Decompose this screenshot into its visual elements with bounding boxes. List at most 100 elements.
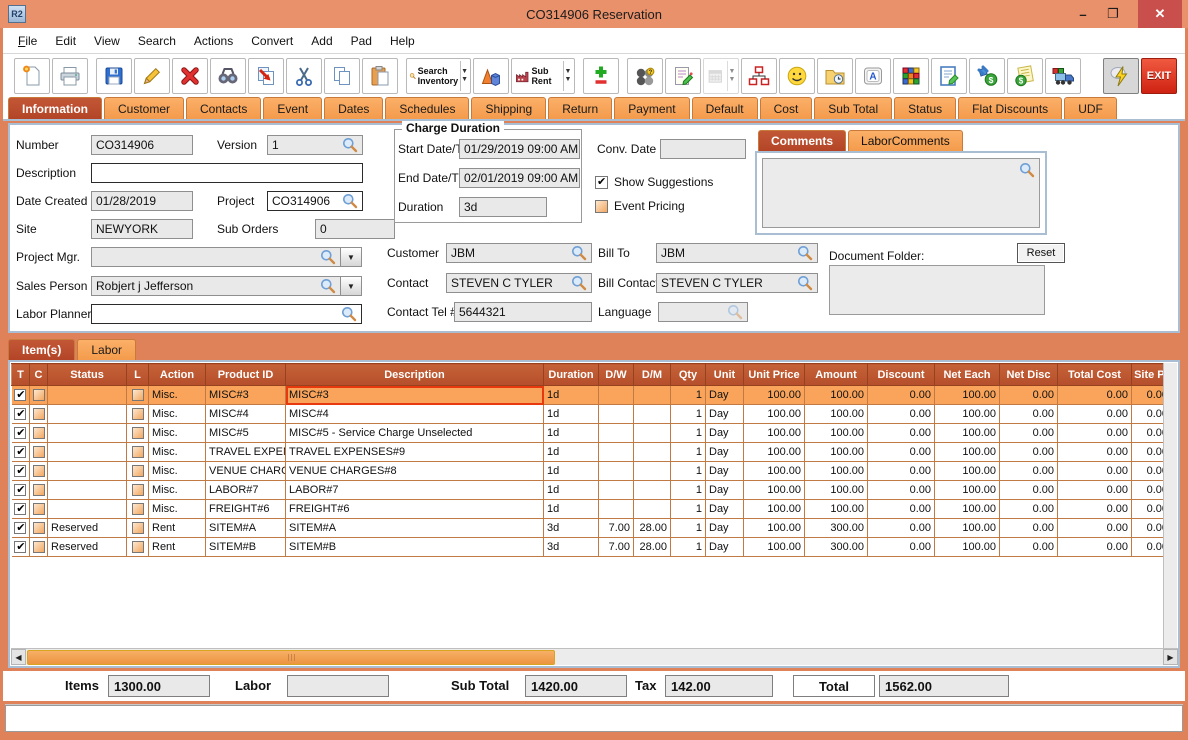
cell-dw[interactable]: 7.00 — [599, 519, 634, 538]
cell-dw[interactable] — [599, 481, 634, 500]
project-search-icon[interactable] — [342, 193, 358, 209]
project-mgr-dropdown[interactable]: ▼ — [340, 247, 362, 267]
shapes-button[interactable] — [473, 58, 509, 94]
l-checkbox[interactable] — [132, 465, 144, 477]
cell-dm[interactable] — [634, 481, 671, 500]
grid-row-misc-5[interactable]: Misc.MISC#5MISC#5 - Service Charge Unsel… — [12, 424, 1165, 443]
cell-qty[interactable]: 1 — [671, 443, 706, 462]
cell-action[interactable]: Rent — [149, 538, 206, 557]
cell-status[interactable] — [48, 424, 127, 443]
add-remove-line-button[interactable] — [583, 58, 619, 94]
project-field[interactable]: CO314906 — [267, 191, 363, 211]
column-header-status[interactable]: Status — [48, 364, 127, 386]
cell-unit[interactable]: Day — [706, 519, 744, 538]
tab-cost[interactable]: Cost — [760, 97, 813, 119]
cell-net-disc[interactable]: 0.00 — [1000, 519, 1058, 538]
cell-site-price[interactable]: 0.00 — [1132, 500, 1165, 519]
org-chart-button[interactable] — [741, 58, 777, 94]
labor-planner-field[interactable] — [91, 304, 362, 324]
tab-return[interactable]: Return — [548, 97, 612, 119]
scroll-left-arrow[interactable]: ◀ — [11, 649, 26, 665]
l-checkbox[interactable] — [132, 408, 144, 420]
cell-qty[interactable]: 1 — [671, 519, 706, 538]
column-header-amount[interactable]: Amount — [805, 364, 868, 386]
cell-t[interactable] — [12, 519, 30, 538]
menu-search[interactable]: Search — [129, 34, 185, 48]
cell-status[interactable]: Reserved — [48, 538, 127, 557]
cell-qty[interactable]: 1 — [671, 538, 706, 557]
bill-contact-field[interactable]: STEVEN C TYLER — [656, 273, 818, 293]
cell-unit-price[interactable]: 100.00 — [744, 424, 805, 443]
cell-status[interactable] — [48, 500, 127, 519]
bill-contact-search-icon[interactable] — [797, 275, 813, 291]
cell-total-cost[interactable]: 0.00 — [1058, 424, 1132, 443]
delete-button[interactable] — [172, 58, 208, 94]
l-checkbox[interactable] — [132, 522, 144, 534]
cell-description[interactable]: MISC#5 - Service Charge Unselected — [286, 424, 544, 443]
column-header-product-id[interactable]: Product ID — [206, 364, 286, 386]
cell-amount[interactable]: 100.00 — [805, 424, 868, 443]
tab-shipping[interactable]: Shipping — [471, 97, 546, 119]
menu-help[interactable]: Help — [381, 34, 424, 48]
cell-dm[interactable] — [634, 462, 671, 481]
cell-c[interactable] — [30, 386, 48, 405]
cell-amount[interactable]: 300.00 — [805, 538, 868, 557]
cell-total-cost[interactable]: 0.00 — [1058, 481, 1132, 500]
transfer-items-button[interactable] — [248, 58, 284, 94]
cell-unit-price[interactable]: 100.00 — [744, 443, 805, 462]
cell-total-cost[interactable]: 0.00 — [1058, 519, 1132, 538]
cell-duration[interactable]: 1d — [544, 500, 599, 519]
cell-discount[interactable]: 0.00 — [868, 500, 935, 519]
cell-qty[interactable]: 1 — [671, 424, 706, 443]
cell-amount[interactable]: 100.00 — [805, 386, 868, 405]
scroll-right-arrow[interactable]: ▶ — [1163, 649, 1178, 665]
cell-status[interactable]: Reserved — [48, 519, 127, 538]
tab-labor-comments[interactable]: LaborComments — [848, 130, 963, 151]
cell-product-id[interactable]: TRAVEL EXPEN... — [206, 443, 286, 462]
cell-l[interactable] — [127, 443, 149, 462]
grid-row-labor-7[interactable]: Misc.LABOR#7LABOR#71d1Day100.00100.000.0… — [12, 481, 1165, 500]
cell-unit[interactable]: Day — [706, 386, 744, 405]
column-header-net-each[interactable]: Net Each — [935, 364, 1000, 386]
cell-discount[interactable]: 0.00 — [868, 405, 935, 424]
c-checkbox[interactable] — [33, 465, 45, 477]
shortcut-key-button[interactable]: A — [855, 58, 891, 94]
column-header-duration[interactable]: Duration — [544, 364, 599, 386]
customer-search-icon[interactable] — [571, 245, 587, 261]
bill-to-field[interactable]: JBM — [656, 243, 818, 263]
tab-sub-total[interactable]: Sub Total — [814, 97, 892, 119]
column-header-site-pr[interactable]: Site Pr — [1132, 364, 1165, 386]
cell-amount[interactable]: 300.00 — [805, 519, 868, 538]
tab-payment[interactable]: Payment — [614, 97, 689, 119]
maximize-button[interactable]: ❐ — [1100, 0, 1126, 28]
new-reservation-button[interactable] — [14, 58, 50, 94]
cell-t[interactable] — [12, 481, 30, 500]
cell-t[interactable] — [12, 424, 30, 443]
cell-discount[interactable]: 0.00 — [868, 443, 935, 462]
cell-status[interactable] — [48, 405, 127, 424]
edit-document-button[interactable] — [931, 58, 967, 94]
l-checkbox[interactable] — [132, 541, 144, 553]
cell-amount[interactable]: 100.00 — [805, 481, 868, 500]
cell-l[interactable] — [127, 386, 149, 405]
cell-product-id[interactable]: VENUE CHARG... — [206, 462, 286, 481]
cell-action[interactable]: Misc. — [149, 443, 206, 462]
cell-t[interactable] — [12, 443, 30, 462]
cell-duration[interactable]: 3d — [544, 519, 599, 538]
billing-button[interactable]: $ — [1007, 58, 1043, 94]
cell-status[interactable] — [48, 443, 127, 462]
grid-row-venue-charg-[interactable]: Misc.VENUE CHARG...VENUE CHARGES#81d1Day… — [12, 462, 1165, 481]
column-header-t[interactable]: T — [12, 364, 30, 386]
cell-dm[interactable] — [634, 405, 671, 424]
l-checkbox[interactable] — [132, 446, 144, 458]
start-datetime-field[interactable]: 01/29/2019 09:00 AM — [459, 139, 580, 159]
cell-c[interactable] — [30, 462, 48, 481]
cell-duration[interactable]: 1d — [544, 443, 599, 462]
cell-status[interactable] — [48, 462, 127, 481]
cell-dm[interactable] — [634, 386, 671, 405]
cell-status[interactable] — [48, 481, 127, 500]
search-inventory-dropdown[interactable]: ▼▼ — [460, 61, 468, 91]
cell-net-each[interactable]: 100.00 — [935, 519, 1000, 538]
cell-site-price[interactable]: 0.00 — [1132, 386, 1165, 405]
grid-row-sitem-a[interactable]: ReservedRentSITEM#ASITEM#A3d7.0028.001Da… — [12, 519, 1165, 538]
